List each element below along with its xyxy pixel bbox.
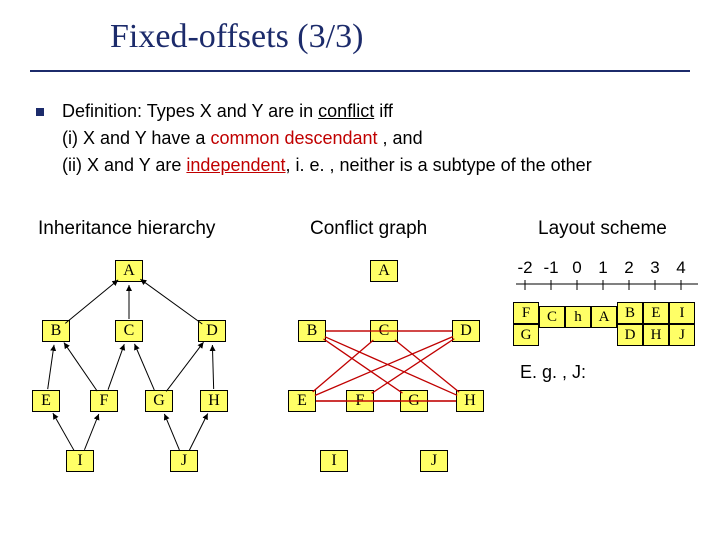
conf-node-D: D <box>452 320 480 342</box>
scale-2: 2 <box>616 258 642 278</box>
label-conflict: Conflict graph <box>310 218 427 240</box>
scale-3: 3 <box>642 258 668 278</box>
scale-n2: -2 <box>512 258 538 278</box>
def-conflict: conflict <box>318 101 374 121</box>
def-line-ii-a: (ii) X and Y are <box>62 155 186 175</box>
scale-4: 4 <box>668 258 694 278</box>
conf-node-C: C <box>370 320 398 342</box>
cell-h: h <box>565 306 591 328</box>
inh-node-B: B <box>42 320 70 342</box>
label-inheritance: Inheritance hierarchy <box>38 218 215 240</box>
conf-node-J: J <box>420 450 448 472</box>
scale-1: 1 <box>590 258 616 278</box>
conf-node-B: B <box>298 320 326 342</box>
inh-node-I: I <box>66 450 94 472</box>
conf-node-E: E <box>288 390 316 412</box>
inh-node-J: J <box>170 450 198 472</box>
scale-numbers: -2-101234 <box>512 258 694 278</box>
scale-0: 0 <box>564 258 590 278</box>
label-layout: Layout scheme <box>538 218 667 240</box>
cell-J: J <box>669 324 695 346</box>
def-lead: Definition: Types X and Y are in <box>62 101 318 121</box>
cell-G: G <box>513 324 539 346</box>
conf-node-H: H <box>456 390 484 412</box>
def-common-descendant: common descendant <box>210 128 377 148</box>
inh-node-C: C <box>115 320 143 342</box>
inh-node-F: F <box>90 390 118 412</box>
conf-node-A: A <box>370 260 398 282</box>
cell-H: H <box>643 324 669 346</box>
definition-text: Definition: Types X and Y are in conflic… <box>62 98 592 179</box>
bullet-icon <box>36 108 44 116</box>
example-label: E. g. , J: <box>520 362 586 383</box>
cell-I: I <box>669 302 695 324</box>
scale-n1: -1 <box>538 258 564 278</box>
cell-F: F <box>513 302 539 324</box>
inh-node-H: H <box>200 390 228 412</box>
title-underline <box>30 70 690 72</box>
def-line-i-a: (i) X and Y have a <box>62 128 210 148</box>
def-line-i-b: , and <box>378 128 423 148</box>
conf-node-I: I <box>320 450 348 472</box>
inh-node-D: D <box>198 320 226 342</box>
inh-node-E: E <box>32 390 60 412</box>
def-iff: iff <box>374 101 393 121</box>
page-title: Fixed-offsets (3/3) <box>110 18 363 56</box>
conf-node-G: G <box>400 390 428 412</box>
cell-D: D <box>617 324 643 346</box>
inh-node-G: G <box>145 390 173 412</box>
cell-E: E <box>643 302 669 324</box>
cell-B: B <box>617 302 643 324</box>
conf-node-F: F <box>346 390 374 412</box>
cell-A: A <box>591 306 617 328</box>
cell-C: C <box>539 306 565 328</box>
inh-node-A: A <box>115 260 143 282</box>
def-independent: independent <box>186 155 285 175</box>
def-line-ii-b: , i. e. , neither is a subtype of the ot… <box>286 155 592 175</box>
